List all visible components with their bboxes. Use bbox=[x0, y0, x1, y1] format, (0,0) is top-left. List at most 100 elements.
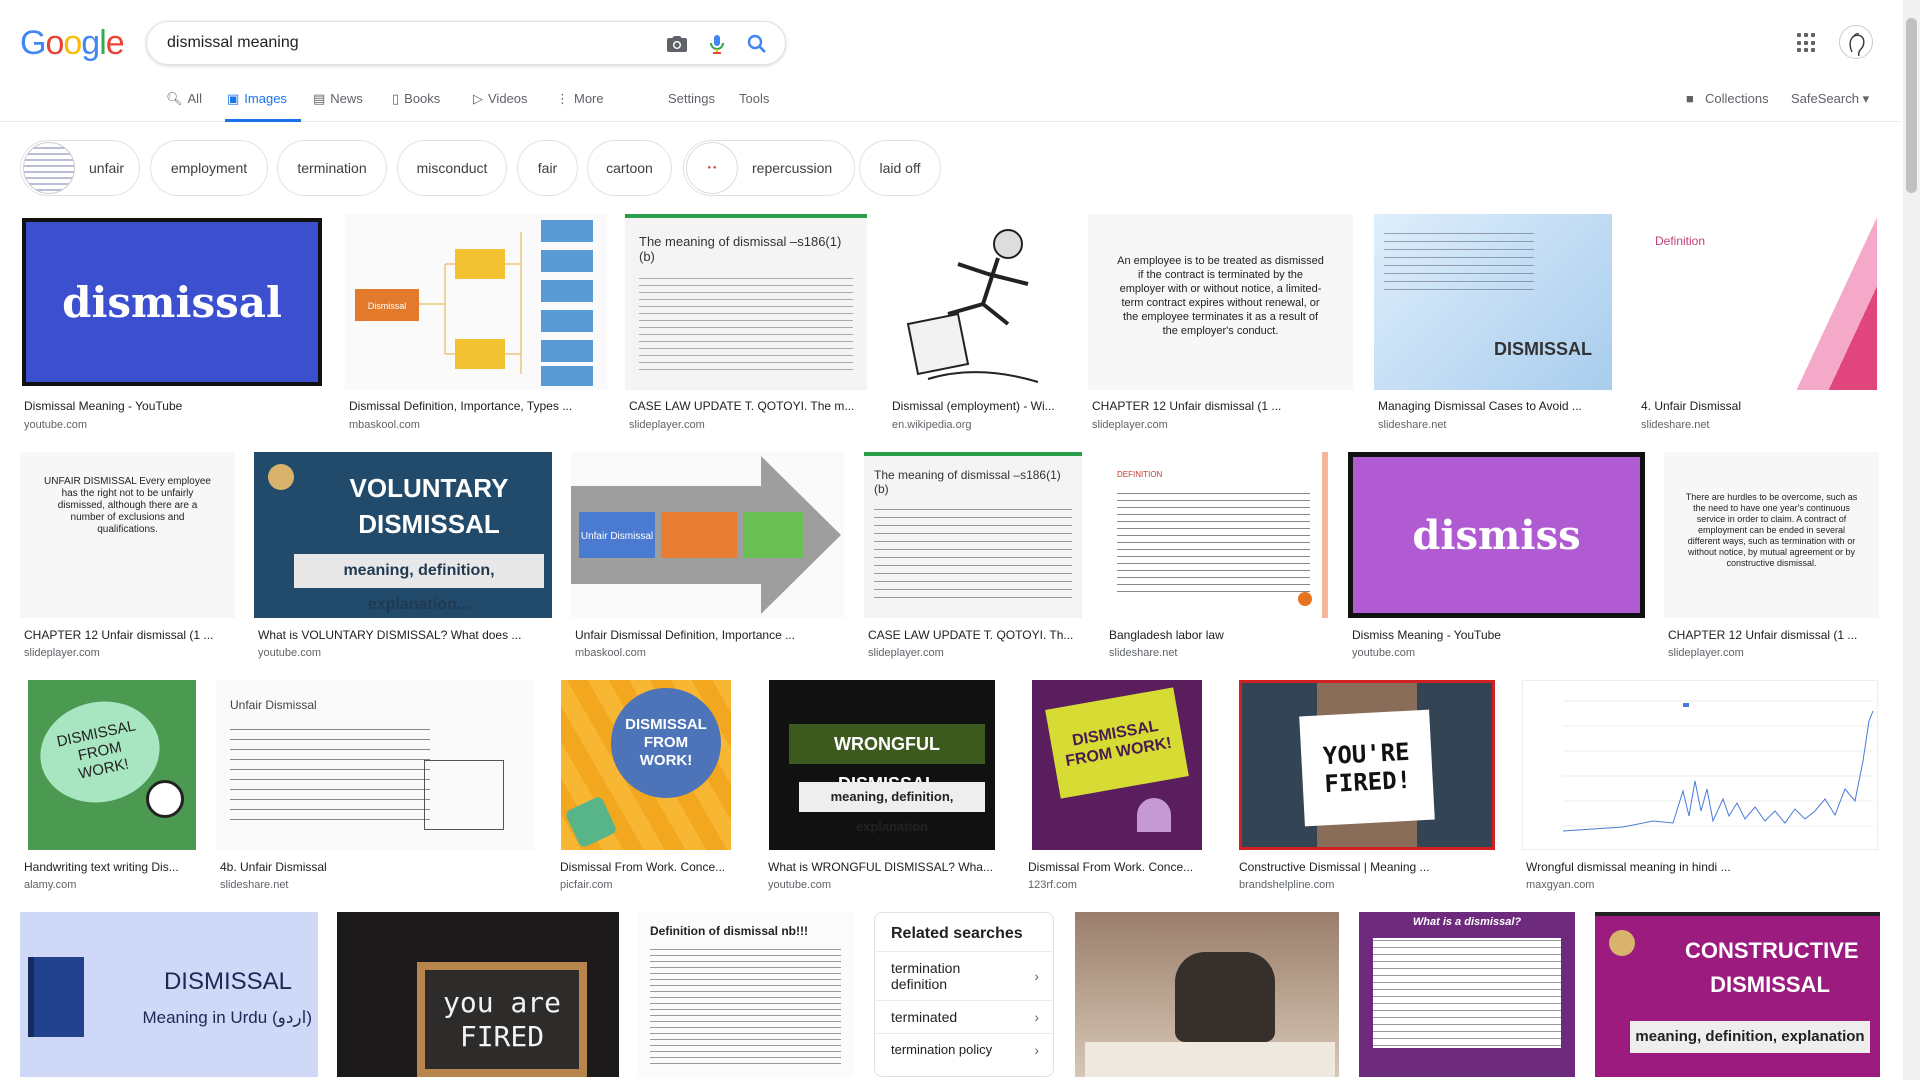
result-title[interactable]: 4. Unfair Dismissal bbox=[1641, 399, 1881, 413]
result-source[interactable]: slideshare.net bbox=[1378, 419, 1447, 431]
search-submit-icon[interactable] bbox=[745, 32, 769, 56]
image-result[interactable]: you are FIRED bbox=[337, 912, 619, 1077]
tab-all[interactable]: 🔍︎ All bbox=[166, 86, 202, 122]
result-source[interactable]: slideplayer.com bbox=[868, 647, 944, 659]
chip-repercussion[interactable]: ● ● repercussion bbox=[683, 140, 855, 196]
image-result[interactable]: UNFAIR DISMISSAL Every employee has the … bbox=[20, 452, 235, 662]
result-thumbnail[interactable]: DISMISSAL FROM WORK! bbox=[1032, 680, 1202, 850]
image-result[interactable]: DISMISSAL FROM WORK! Dismissal From Work… bbox=[1024, 680, 1214, 895]
result-thumbnail[interactable]: Unfair Dismissal bbox=[571, 452, 844, 618]
result-thumbnail[interactable]: The meaning of dismissal –s186(1)(b) bbox=[625, 214, 867, 390]
vertical-scrollbar[interactable] bbox=[1903, 0, 1920, 1080]
tab-videos[interactable]: ▷ Videos bbox=[473, 86, 528, 122]
microphone-icon[interactable] bbox=[705, 32, 729, 56]
image-result[interactable] bbox=[1075, 912, 1339, 1077]
result-source[interactable]: slideplayer.com bbox=[24, 647, 100, 659]
chip-misconduct[interactable]: misconduct bbox=[397, 140, 507, 196]
chip-fair[interactable]: fair bbox=[517, 140, 578, 196]
tab-news[interactable]: ▤ News bbox=[313, 86, 363, 122]
result-source[interactable]: slideshare.net bbox=[1641, 419, 1710, 431]
image-result[interactable]: Wrongful dismissal meaning in hindi ... … bbox=[1522, 680, 1882, 895]
result-thumbnail[interactable] bbox=[888, 214, 1068, 390]
result-title[interactable]: CASE LAW UPDATE T. QOTOYI. The m... bbox=[629, 399, 871, 413]
result-title[interactable]: CHAPTER 12 Unfair dismissal (1 ... bbox=[1668, 628, 1883, 642]
result-thumbnail[interactable]: CONSTRUCTIVE DISMISSAL meaning, definiti… bbox=[1595, 912, 1880, 1077]
image-result[interactable]: CONSTRUCTIVE DISMISSAL meaning, definiti… bbox=[1595, 912, 1880, 1077]
result-source[interactable]: en.wikipedia.org bbox=[892, 419, 972, 431]
result-title[interactable]: CHAPTER 12 Unfair dismissal (1 ... bbox=[1092, 399, 1357, 413]
result-thumbnail[interactable]: Dismissal bbox=[345, 214, 607, 390]
result-thumbnail[interactable]: you are FIRED bbox=[337, 912, 619, 1077]
chip-cartoon[interactable]: cartoon bbox=[587, 140, 672, 196]
image-result[interactable]: dismiss Dismiss Meaning - YouTube youtub… bbox=[1348, 452, 1645, 662]
image-result[interactable]: VOLUNTARY DISMISSAL meaning, definition,… bbox=[254, 452, 552, 662]
result-thumbnail[interactable]: UNFAIR DISMISSAL Every employee has the … bbox=[20, 452, 235, 618]
result-title[interactable]: CHAPTER 12 Unfair dismissal (1 ... bbox=[24, 628, 239, 642]
result-title[interactable]: What is VOLUNTARY DISMISSAL? What does .… bbox=[258, 628, 556, 642]
result-source[interactable]: maxgyan.com bbox=[1526, 879, 1594, 891]
image-result[interactable]: DISMISSAL FROM WORK! Handwriting text wr… bbox=[20, 680, 212, 895]
image-result[interactable]: An employee is to be treated as dismisse… bbox=[1088, 214, 1353, 434]
result-title[interactable]: 4b. Unfair Dismissal bbox=[220, 860, 538, 874]
image-result[interactable]: Dismissal (employment) - Wi... en.wikipe… bbox=[888, 214, 1068, 434]
result-thumbnail[interactable]: DISMISSAL bbox=[1374, 214, 1612, 390]
result-title[interactable]: Unfair Dismissal Definition, Importance … bbox=[575, 628, 848, 642]
result-thumbnail[interactable]: VOLUNTARY DISMISSAL meaning, definition,… bbox=[254, 452, 552, 618]
image-result[interactable]: The meaning of dismissal –s186(1)(b) CAS… bbox=[864, 452, 1082, 662]
result-source[interactable]: mbaskool.com bbox=[575, 647, 646, 659]
tools-link[interactable]: Tools bbox=[739, 91, 769, 106]
google-logo[interactable]: Google bbox=[20, 24, 125, 63]
result-source[interactable]: youtube.com bbox=[768, 879, 831, 891]
related-search-item[interactable]: termination definition › bbox=[875, 951, 1053, 1000]
tab-more[interactable]: ⋮ More bbox=[556, 86, 604, 122]
result-source[interactable]: slideplayer.com bbox=[629, 419, 705, 431]
result-source[interactable]: alamy.com bbox=[24, 879, 76, 891]
result-title[interactable]: Managing Dismissal Cases to Avoid ... bbox=[1378, 399, 1616, 413]
image-result[interactable]: Definition of dismissal nb!!! bbox=[638, 912, 853, 1077]
result-thumbnail[interactable]: DISMISSAL FROM WORK! bbox=[28, 680, 196, 850]
settings-link[interactable]: Settings bbox=[668, 91, 715, 106]
result-title[interactable]: Dismiss Meaning - YouTube bbox=[1352, 628, 1649, 642]
image-result[interactable]: Dismissal Dismissal Definition, Importan… bbox=[345, 214, 607, 434]
result-source[interactable]: youtube.com bbox=[1352, 647, 1415, 659]
result-thumbnail[interactable]: DISMISSAL FROM WORK! bbox=[561, 680, 731, 850]
image-result[interactable]: Unfair Dismissal Unfair Dismissal Defini… bbox=[571, 452, 844, 662]
image-result[interactable]: WRONGFUL DISMISSAL meaning, definition, … bbox=[764, 680, 995, 895]
collections-icon[interactable]: ■ bbox=[1686, 91, 1694, 106]
result-thumbnail[interactable]: What is a dismissal? bbox=[1359, 912, 1575, 1077]
result-title[interactable]: What is WRONGFUL DISMISSAL? Wha... bbox=[768, 860, 994, 874]
result-source[interactable]: slideshare.net bbox=[220, 879, 289, 891]
result-title[interactable]: Dismissal Meaning - YouTube bbox=[24, 399, 324, 413]
image-result[interactable]: Unfair Dismissal 4b. Unfair Dismissal sl… bbox=[216, 680, 534, 895]
result-thumbnail[interactable]: Definition bbox=[1637, 214, 1877, 390]
result-thumbnail[interactable]: Unfair Dismissal bbox=[216, 680, 534, 850]
image-result[interactable]: YOU'RE FIRED! Constructive Dismissal | M… bbox=[1235, 680, 1499, 895]
result-thumbnail[interactable]: YOU'RE FIRED! bbox=[1239, 680, 1495, 850]
scrollbar-thumb[interactable] bbox=[1906, 18, 1917, 193]
search-input[interactable]: dismissal meaning bbox=[167, 34, 299, 52]
image-result[interactable]: DEFINITION Bangladesh labor law slidesha… bbox=[1105, 452, 1328, 662]
result-thumbnail[interactable]: dismiss bbox=[1348, 452, 1645, 618]
result-thumbnail[interactable]: DISMISSAL Meaning in Urdu (اردو) bbox=[20, 912, 318, 1077]
apps-grid-icon[interactable] bbox=[1797, 33, 1817, 53]
result-title[interactable]: Dismissal From Work. Conce... bbox=[1028, 860, 1216, 874]
image-result[interactable]: What is a dismissal? bbox=[1359, 912, 1575, 1077]
chip-termination[interactable]: termination bbox=[277, 140, 387, 196]
result-source[interactable]: mbaskool.com bbox=[349, 419, 420, 431]
result-source[interactable]: slideplayer.com bbox=[1092, 419, 1168, 431]
related-search-item[interactable]: termination policy › bbox=[875, 1033, 1053, 1065]
image-result[interactable]: dismissal Dismissal Meaning - YouTube yo… bbox=[20, 214, 326, 434]
search-box[interactable]: dismissal meaning bbox=[146, 21, 786, 65]
tab-images[interactable]: ▣ Images bbox=[225, 86, 301, 122]
result-source[interactable]: picfair.com bbox=[560, 879, 613, 891]
tab-books[interactable]: ▯ Books bbox=[392, 86, 440, 122]
result-source[interactable]: slideplayer.com bbox=[1668, 647, 1744, 659]
chip-laid-off[interactable]: laid off bbox=[859, 140, 941, 196]
result-source[interactable]: youtube.com bbox=[258, 647, 321, 659]
result-thumbnail[interactable]: DEFINITION bbox=[1105, 452, 1328, 618]
result-title[interactable]: Constructive Dismissal | Meaning ... bbox=[1239, 860, 1495, 874]
result-title[interactable]: Dismissal (employment) - Wi... bbox=[892, 399, 1072, 413]
result-thumbnail[interactable]: Definition of dismissal nb!!! bbox=[638, 912, 853, 1077]
result-thumbnail[interactable] bbox=[1075, 912, 1339, 1077]
chip-unfair[interactable]: unfair bbox=[20, 140, 140, 196]
